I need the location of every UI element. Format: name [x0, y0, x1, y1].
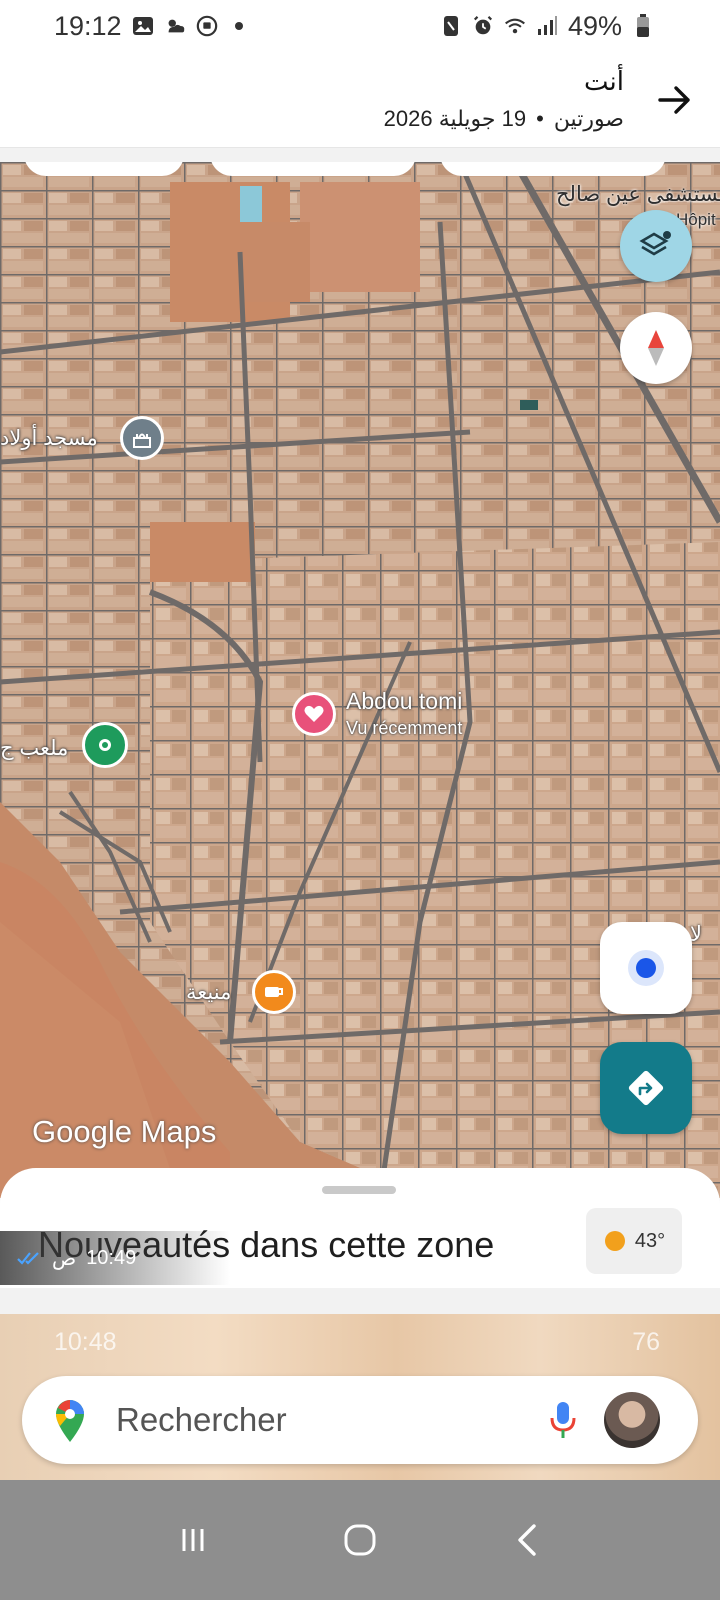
- faint-status-bar: 10:48 76: [54, 1328, 660, 1357]
- messenger-icon: [196, 15, 218, 37]
- nfc-icon: [440, 15, 462, 37]
- top-chip-edge: [210, 162, 416, 176]
- my-location-button[interactable]: [600, 922, 692, 1014]
- park-pin-icon[interactable]: [82, 722, 128, 768]
- map-base: [0, 162, 720, 1198]
- message-suffix: ص: [52, 1247, 77, 1270]
- search-bar[interactable]: Rechercher: [22, 1376, 698, 1464]
- status-bar: 19:12 49%: [0, 0, 720, 52]
- maps-pin-icon: [52, 1396, 88, 1449]
- google-maps-logo: Google Maps: [32, 1114, 217, 1149]
- back-icon[interactable]: [497, 1510, 557, 1570]
- signal-icon: [536, 15, 558, 37]
- layers-icon: [639, 231, 671, 256]
- mosque-label[interactable]: مسجد أولاد: [0, 426, 98, 451]
- separator-dot: •: [536, 106, 544, 131]
- shared-screenshot[interactable]: مستشفى عين صالح Hôpit مسجد أولاد Abdou t…: [0, 148, 720, 1480]
- alarm-icon: [472, 15, 494, 37]
- status-left: 19:12: [54, 11, 250, 42]
- my-location-icon: [628, 950, 664, 986]
- search-placeholder[interactable]: Rechercher: [116, 1401, 287, 1439]
- second-screenshot[interactable]: 10:48 76 Rechercher: [0, 1314, 720, 1480]
- home-icon[interactable]: [330, 1510, 390, 1570]
- message-time: 10:49: [86, 1246, 137, 1269]
- mosque-pin-icon[interactable]: [120, 416, 164, 460]
- mnia-label[interactable]: منيعة: [186, 980, 231, 1005]
- status-right: 49%: [440, 11, 654, 42]
- sun-icon: [604, 1231, 625, 1251]
- cafe-pin-icon[interactable]: [252, 970, 296, 1014]
- header-subtitle: صورتين • 19 جويلية 2026: [384, 106, 624, 132]
- compass-button[interactable]: [620, 312, 692, 384]
- microphone-icon[interactable]: [548, 1400, 578, 1445]
- top-chip-edge: [24, 162, 184, 176]
- weather-temp: 43°: [634, 1229, 666, 1252]
- sheet-handle[interactable]: [322, 1186, 396, 1194]
- directions-icon: [628, 1070, 664, 1106]
- sender-name: أنت: [584, 66, 624, 96]
- compass-icon: [648, 330, 664, 366]
- stadium-label[interactable]: ملعب ج: [0, 736, 68, 761]
- faint-time: 10:48: [54, 1328, 117, 1356]
- battery-percentage: 49%: [567, 10, 622, 41]
- saved-place-heart-icon[interactable]: [292, 692, 336, 736]
- faint-battery: 76: [632, 1328, 660, 1356]
- photo-count: صورتين: [553, 106, 624, 131]
- viewer-header: أنت صورتين • 19 جويلية 2026: [0, 52, 720, 148]
- saved-place-name[interactable]: Abdou tomi: [346, 688, 462, 715]
- weather-icon: [164, 15, 186, 37]
- layers-button[interactable]: [620, 210, 692, 282]
- battery-icon: [632, 14, 654, 37]
- wifi-icon: [504, 15, 526, 37]
- recents-icon[interactable]: [163, 1510, 223, 1570]
- top-chip-edge: [440, 162, 666, 176]
- weather-chip[interactable]: 43°: [586, 1208, 682, 1274]
- gallery-icon: [132, 15, 154, 37]
- dot-icon: [228, 15, 250, 37]
- photo-date: 19 جويلية 2026: [383, 106, 527, 131]
- system-nav-bar: [0, 1480, 720, 1600]
- message-time-overlay: ص 10:49: [0, 1231, 230, 1285]
- back-arrow-icon[interactable]: [654, 80, 694, 120]
- screen: 19:12 49% أنت صورتين • 19 جويلية 2026 مس…: [0, 0, 720, 1600]
- satellite-map[interactable]: مستشفى عين صالح Hôpit مسجد أولاد Abdou t…: [0, 162, 720, 1198]
- status-time: 19:12: [54, 10, 122, 41]
- saved-place-sub: Vu récemment: [346, 718, 463, 738]
- hospital-label[interactable]: مستشفى عين صالح: [556, 182, 720, 207]
- directions-button[interactable]: [600, 1042, 692, 1134]
- avatar[interactable]: [604, 1392, 660, 1448]
- read-check-icon: [17, 1252, 39, 1265]
